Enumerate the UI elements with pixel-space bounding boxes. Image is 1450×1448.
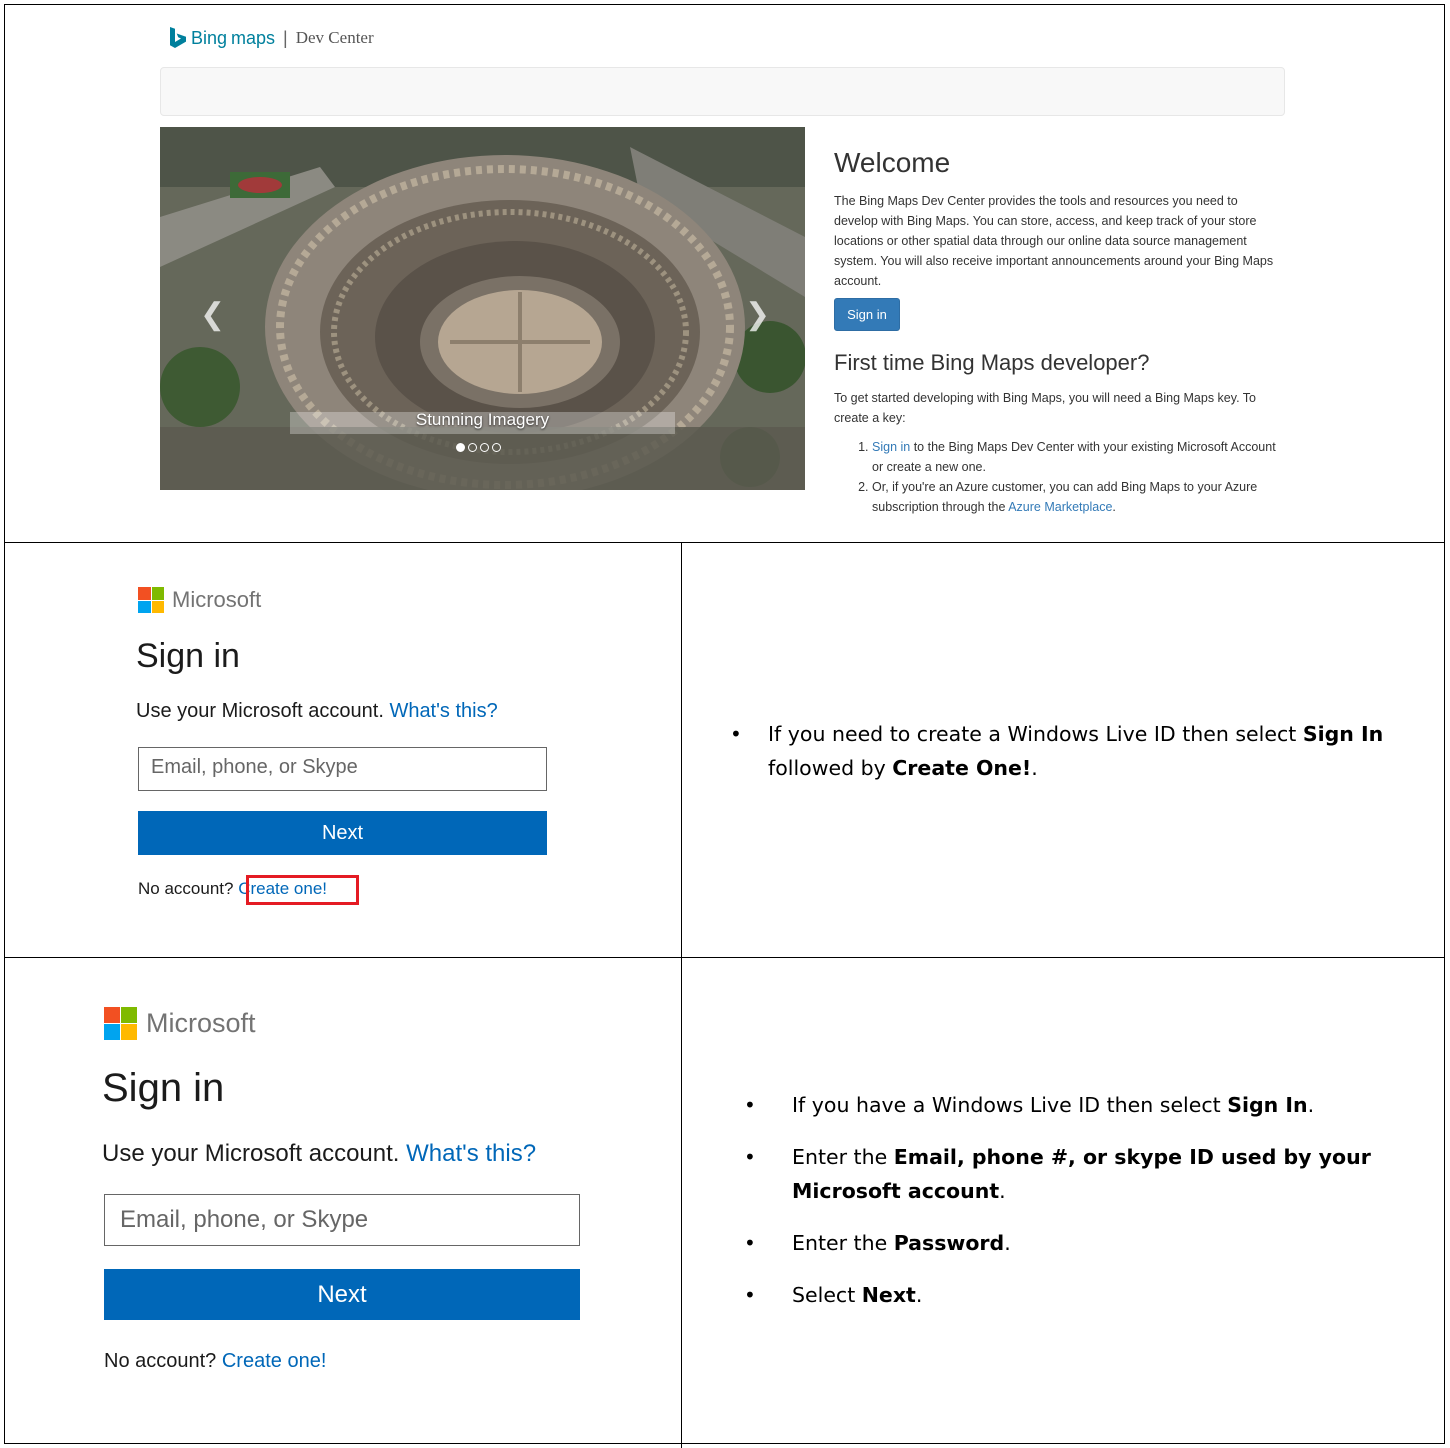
instruction-item: Enter the Password. [682,1226,1422,1260]
carousel-indicator[interactable] [492,443,501,452]
carousel-indicator[interactable] [480,443,489,452]
sign-in-link[interactable]: Sign in [872,440,910,454]
create-one-link[interactable]: Create one! [222,1350,327,1372]
use-account-text: Use your Microsoft account. What's this? [102,1140,536,1168]
microsoft-squares-icon [104,1007,137,1040]
colosseum-aerial-image [160,127,805,490]
azure-marketplace-link[interactable]: Azure Marketplace [1008,500,1112,514]
welcome-heading: Welcome [834,147,951,178]
bing-maps-logo[interactable]: Bing maps | Dev Center [169,27,374,49]
bing-logo-icon [170,27,186,48]
whats-this-link[interactable]: What's this? [389,700,497,722]
microsoft-squares-icon [138,587,164,613]
sign-in-title: Sign in [136,637,240,675]
existing-account-row: Microsoft Sign in Use your Microsoft acc… [5,958,1444,1448]
use-account-text: Use your Microsoft account. What's this? [136,700,498,723]
maps-brand-text: maps [231,27,276,48]
instruction-item: Enter the Email, phone #, or skype ID us… [682,1140,1422,1208]
microsoft-logo: Microsoft [138,587,261,613]
step-item: Or, if you're an Azure customer, you can… [872,477,1284,517]
whats-this-link[interactable]: What's this? [406,1140,536,1167]
brand-separator: | [283,27,288,48]
step-text: to the Bing Maps Dev Center with your ex… [872,440,1276,474]
no-account-label: No account? [138,879,234,898]
use-account-label: Use your Microsoft account. [102,1140,400,1167]
create-account-row: Microsoft Sign in Use your Microsoft acc… [5,542,1444,958]
carousel-indicators [456,443,501,452]
carousel-indicator[interactable] [468,443,477,452]
email-field[interactable]: Email, phone, or Skype [138,747,547,791]
bing-dev-center-screenshot: Bing maps | Dev Center ❮ ❯ Stunning Imag… [5,5,1444,543]
carousel-caption: Stunning Imagery [415,410,550,429]
step-text-end: . [1112,500,1116,514]
no-account-label: No account? [104,1350,217,1372]
use-account-label: Use your Microsoft account. [136,700,384,722]
instruction-item: If you have a Windows Live ID then selec… [682,1088,1422,1122]
carousel-indicator[interactable] [456,443,465,452]
carousel-next-arrow[interactable]: ❯ [745,297,770,332]
navbar [160,67,1285,116]
instruction-item: Select Next. [682,1278,1422,1312]
sign-in-button[interactable]: Sign in [834,298,900,331]
instructions-list: If you have a Windows Live ID then selec… [682,1088,1422,1330]
getting-started-text: To get started developing with Bing Maps… [834,391,1256,425]
microsoft-logo: Microsoft [104,1007,256,1040]
highlight-box [246,875,359,905]
bing-brand-text: Bing [191,27,228,48]
next-button[interactable]: Next [138,811,547,855]
dev-center-text: Dev Center [295,28,374,47]
welcome-paragraph: The Bing Maps Dev Center provides the to… [834,194,1274,288]
steps-list: Sign in to the Bing Maps Dev Center with… [834,437,1284,517]
sign-in-title: Sign in [102,1066,225,1110]
next-button[interactable]: Next [104,1269,580,1320]
first-time-heading: First time Bing Maps developer? [834,350,1150,375]
instructions-list: If you need to create a Windows Live ID … [682,717,1422,803]
email-field[interactable]: Email, phone, or Skype [104,1194,580,1246]
no-account-text: No account? Create one! [104,1350,326,1373]
microsoft-wordmark: Microsoft [146,1008,256,1038]
microsoft-wordmark: Microsoft [172,587,262,612]
carousel-prev-arrow[interactable]: ❮ [200,297,225,332]
document-table: Bing maps | Dev Center ❮ ❯ Stunning Imag… [4,4,1445,1448]
step-item: Sign in to the Bing Maps Dev Center with… [872,437,1284,477]
instruction-item: If you need to create a Windows Live ID … [682,717,1422,785]
image-carousel: ❮ ❯ Stunning Imagery [160,127,805,490]
